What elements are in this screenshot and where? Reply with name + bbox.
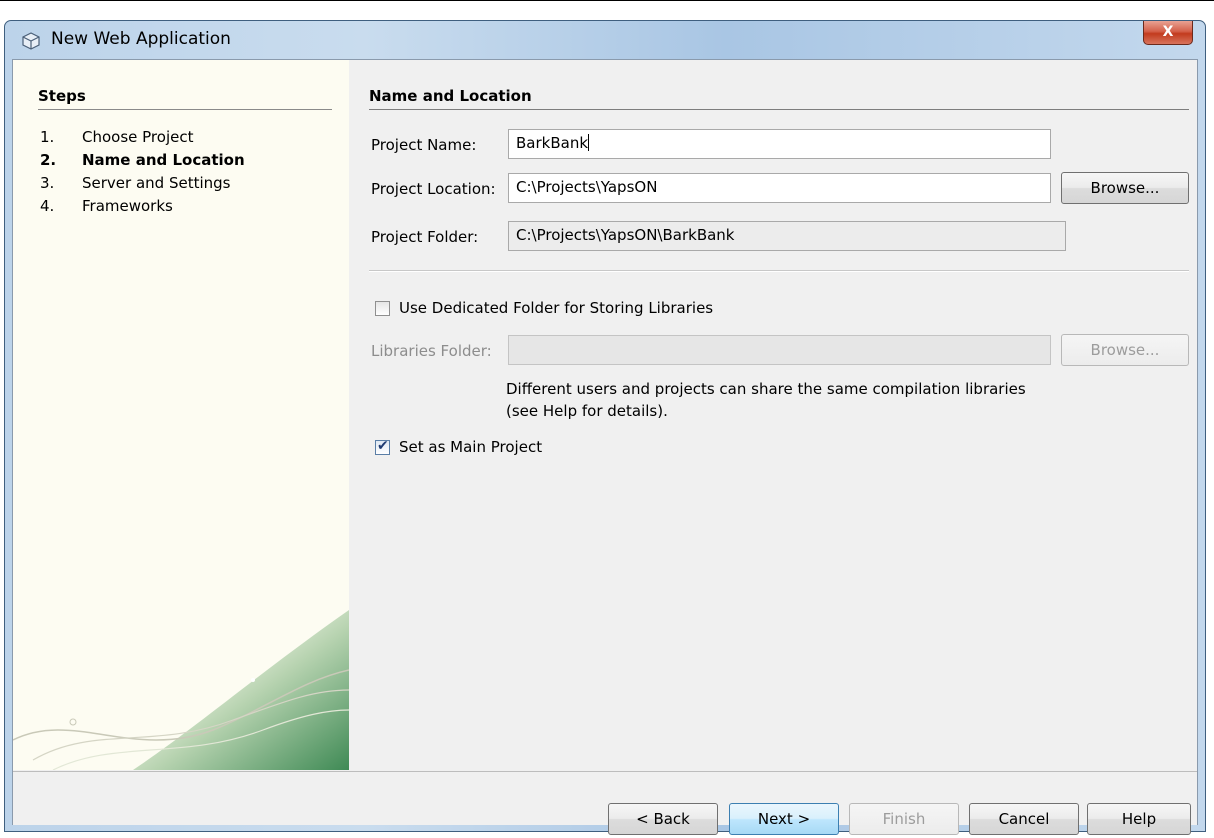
project-name-value: BarkBank xyxy=(516,134,589,152)
next-button[interactable]: Next > xyxy=(729,803,839,835)
libraries-folder-label: Libraries Folder: xyxy=(371,342,492,360)
main-project-label: Set as Main Project xyxy=(399,438,543,456)
help-button[interactable]: Help xyxy=(1087,803,1191,835)
steps-pane: Steps 1. Choose Project 2. Name and Locati… xyxy=(13,60,349,770)
close-button[interactable]: X xyxy=(1143,21,1193,45)
step-number: 3. xyxy=(40,174,55,192)
panel-heading: Name and Location xyxy=(369,87,1189,110)
project-folder-field[interactable]: C:\Projects\YapsON\BarkBank xyxy=(508,221,1066,251)
libraries-help-text-line1: Different users and projects can share t… xyxy=(506,380,1026,398)
checkmark-icon: ✔ xyxy=(377,438,389,454)
dedicated-folder-checkbox[interactable] xyxy=(375,301,390,316)
project-folder-label: Project Folder: xyxy=(371,228,479,246)
name-and-location-panel: Name and Location Project Name: BarkBank… xyxy=(351,60,1197,770)
app-cube-icon xyxy=(22,32,40,50)
step-number: 1. xyxy=(40,128,55,146)
libraries-folder-input[interactable] xyxy=(508,335,1051,365)
finish-button[interactable]: Finish xyxy=(849,803,959,835)
step-label: Choose Project xyxy=(82,128,194,146)
dedicated-folder-label: Use Dedicated Folder for Storing Librari… xyxy=(399,299,714,317)
title-bar[interactable]: New Web Application X xyxy=(5,21,1205,61)
screen-top-edge xyxy=(0,0,1214,1)
step-number: 4. xyxy=(40,197,55,215)
step-label: Name and Location xyxy=(82,151,245,169)
step-number: 2. xyxy=(40,151,57,169)
close-icon: X xyxy=(1162,24,1174,40)
dialog-footer: < Back Next > Finish Cancel Help xyxy=(13,771,1197,835)
window-title: New Web Application xyxy=(51,29,231,49)
step-frameworks: 4. Frameworks xyxy=(40,197,173,215)
step-choose-project: 1. Choose Project xyxy=(40,128,193,146)
cancel-button[interactable]: Cancel xyxy=(969,803,1079,835)
project-location-input[interactable]: C:\Projects\YapsON xyxy=(508,173,1051,203)
main-project-checkbox[interactable]: ✔ xyxy=(375,438,390,455)
libraries-help-text-line2: (see Help for details). xyxy=(506,402,668,420)
dialog-client-area: Steps 1. Choose Project 2. Name and Locati… xyxy=(12,59,1198,835)
step-label: Server and Settings xyxy=(82,174,231,192)
step-label: Frameworks xyxy=(82,197,173,215)
project-location-label: Project Location: xyxy=(371,180,496,198)
back-button[interactable]: < Back xyxy=(608,803,718,835)
section-separator xyxy=(369,270,1189,272)
libraries-folder-browse-button[interactable]: Browse... xyxy=(1061,334,1189,366)
new-web-application-dialog: New Web Application X Steps 1. Choose Pro… xyxy=(4,20,1206,835)
project-name-label: Project Name: xyxy=(371,136,477,154)
text-caret xyxy=(588,134,590,151)
decorative-swirl-graphic xyxy=(13,610,349,770)
step-name-and-location: 2. Name and Location xyxy=(40,151,245,169)
project-folder-value: C:\Projects\YapsON\BarkBank xyxy=(516,226,735,244)
step-server-and-settings: 3. Server and Settings xyxy=(40,174,230,192)
project-location-browse-button[interactable]: Browse... xyxy=(1061,172,1189,204)
project-location-value: C:\Projects\YapsON xyxy=(516,178,658,196)
steps-heading: Steps xyxy=(38,87,332,110)
project-name-input[interactable]: BarkBank xyxy=(508,129,1051,159)
